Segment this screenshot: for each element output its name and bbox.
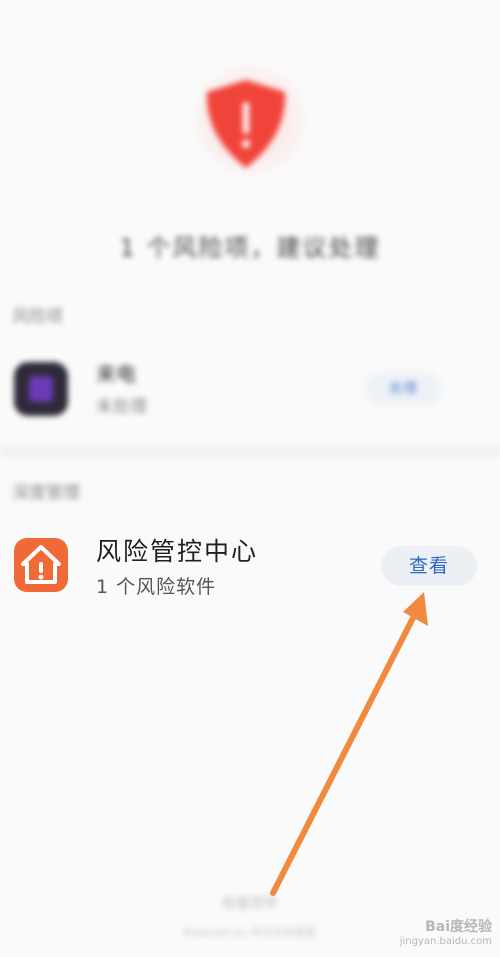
section-divider	[0, 445, 500, 457]
watermark-brand: Bai度经验	[425, 919, 492, 935]
risk-summary-text: 1 个风险项，建议处理	[119, 234, 381, 262]
risk-app-status: 未处理	[96, 397, 147, 417]
risk-center-subtitle: 1 个风险软件	[96, 576, 217, 598]
risk-app-row[interactable]: 来电 未处理 处理	[0, 350, 500, 430]
risk-center-row[interactable]: 风险管控中心 1 个风险软件 查看	[0, 520, 500, 610]
handle-button[interactable]: 处理	[364, 372, 442, 406]
footer-label: 检查完毕	[222, 896, 278, 912]
view-button[interactable]: 查看	[381, 546, 477, 586]
section-label-deep-manage: 深度管理	[12, 483, 80, 503]
app-icon-glyph	[29, 376, 53, 402]
risk-app-name: 来电	[96, 362, 136, 386]
watermark-url: jingyan.baidu.com	[399, 936, 492, 947]
watermark: Bai度经验 jingyan.baidu.com	[400, 916, 492, 947]
app-icon	[14, 362, 68, 416]
risk-center-title: 风险管控中心	[96, 537, 259, 566]
house-warning-icon	[21, 545, 61, 584]
shield-warning-icon	[206, 80, 286, 168]
risk-center-icon	[14, 538, 68, 592]
section-label-risk-items: 风险项	[12, 307, 63, 327]
